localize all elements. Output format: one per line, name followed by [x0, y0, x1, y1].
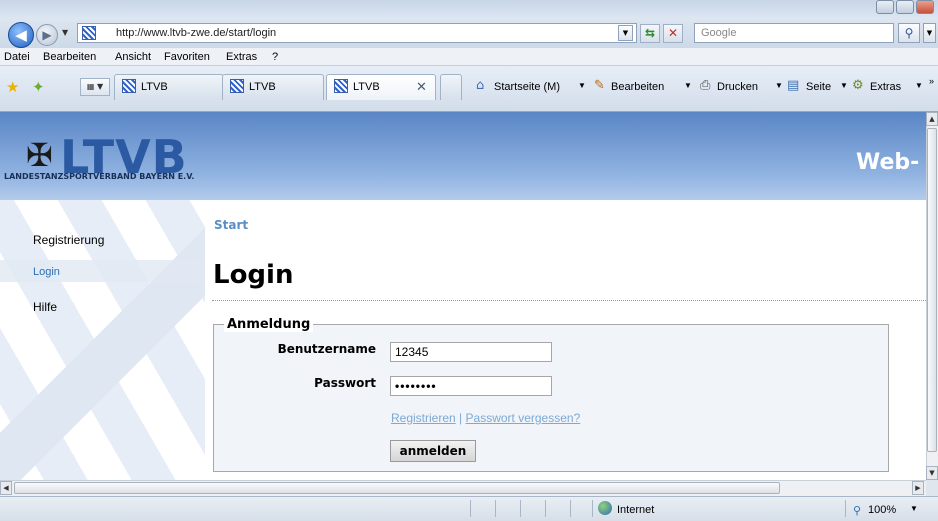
home-button[interactable]: Startseite (M) — [494, 81, 560, 93]
tab-label: LTVB — [353, 81, 380, 93]
tools-dropdown-icon[interactable]: ▼ — [915, 81, 923, 90]
register-link[interactable]: Registrieren — [391, 411, 456, 425]
zoom-level[interactable]: 100% — [868, 504, 896, 516]
password-label: Passwort — [314, 376, 376, 390]
close-window-button[interactable] — [916, 0, 934, 14]
vertical-scroll-thumb[interactable] — [927, 128, 937, 452]
quick-tabs-button[interactable]: ▦ ▼ — [80, 78, 110, 96]
status-divider — [592, 500, 593, 517]
stop-button[interactable]: ✕ — [663, 24, 683, 43]
header-title: Web- — [856, 150, 920, 175]
status-bar — [0, 496, 938, 521]
status-divider — [570, 500, 571, 517]
security-zone-label: Internet — [617, 504, 655, 516]
tab-label: LTVB — [249, 81, 276, 93]
password-field[interactable]: •••••••• — [390, 376, 552, 396]
scroll-down-icon[interactable]: ▼ — [926, 466, 938, 480]
status-divider — [495, 500, 496, 517]
menu-edit[interactable]: Bearbeiten — [43, 51, 96, 63]
menu-view[interactable]: Ansicht — [115, 51, 151, 63]
logo-subtitle: LANDESTANZSPORTVERBAND BAYERN E.V. — [4, 172, 195, 181]
sidebar-item-hilfe[interactable]: Hilfe — [33, 300, 57, 314]
page-button[interactable]: Seite — [806, 81, 831, 93]
dancer-logo-icon: ✠ — [26, 136, 53, 174]
add-favorite-icon[interactable]: ✦ — [32, 78, 45, 96]
login-submit-button[interactable]: anmelden — [390, 440, 476, 462]
page-icon[interactable]: ▤ — [787, 78, 799, 93]
page-viewport: ✠ LTVB LANDESTANZSPORTVERBAND BAYERN E.V… — [0, 112, 926, 480]
search-options-icon[interactable]: ▼ — [923, 23, 936, 43]
pencil-icon[interactable]: ✎ — [594, 78, 605, 93]
username-label: Benutzername — [277, 342, 376, 356]
horizontal-scroll-thumb[interactable] — [14, 482, 780, 494]
tools-button[interactable]: Extras — [870, 81, 901, 93]
search-icon[interactable]: ⚲ — [898, 23, 920, 43]
fieldset-legend: Anmeldung — [224, 317, 314, 332]
page-dropdown-icon[interactable]: ▼ — [840, 81, 848, 90]
zoom-dropdown-icon[interactable]: ▼ — [910, 504, 918, 513]
address-input[interactable]: http://www.ltvb-zwe.de/start/login — [77, 23, 637, 43]
back-button[interactable]: ◀ — [8, 22, 34, 48]
title-divider — [212, 300, 926, 301]
status-divider — [845, 500, 846, 517]
minimize-button[interactable] — [876, 0, 894, 14]
forgot-password-link[interactable]: Passwort vergessen? — [466, 411, 581, 425]
search-input[interactable]: Google — [694, 23, 894, 43]
scroll-up-icon[interactable]: ▲ — [926, 112, 938, 126]
menu-favorites[interactable]: Favoriten — [164, 51, 210, 63]
home-dropdown-icon[interactable]: ▼ — [578, 81, 586, 90]
page-title: Login — [213, 260, 294, 290]
site-favicon-icon — [82, 26, 96, 40]
tab-favicon-icon — [230, 79, 244, 93]
forward-button[interactable]: ▶ — [36, 24, 58, 46]
menu-help[interactable]: ? — [272, 51, 278, 63]
history-dropdown-icon[interactable]: ▼ — [62, 28, 68, 37]
window-title-bar — [0, 0, 938, 18]
globe-icon — [598, 501, 612, 515]
zoom-icon[interactable]: ⚲ — [853, 504, 861, 517]
tab-favicon-icon — [334, 79, 348, 93]
print-button[interactable]: Drucken — [717, 81, 758, 93]
address-dropdown-icon[interactable]: ▼ — [618, 25, 633, 41]
tab-label: LTVB — [141, 81, 168, 93]
sidebar-item-login[interactable]: Login — [33, 266, 60, 278]
breadcrumb[interactable]: Start — [214, 218, 248, 232]
edit-dropdown-icon[interactable]: ▼ — [684, 81, 692, 90]
form-links: Registrieren | Passwort vergessen? — [391, 411, 580, 425]
menu-file[interactable]: Datei — [4, 51, 30, 63]
scroll-left-icon[interactable]: ◀ — [0, 481, 12, 495]
sidebar-active-highlight — [0, 260, 205, 282]
printer-icon[interactable]: ⎙ — [700, 78, 710, 93]
home-icon[interactable]: ⌂ — [476, 78, 484, 93]
print-dropdown-icon[interactable]: ▼ — [775, 81, 783, 90]
new-tab-button[interactable] — [440, 74, 462, 100]
status-divider — [470, 500, 471, 517]
status-divider — [545, 500, 546, 517]
menu-tools[interactable]: Extras — [226, 51, 257, 63]
close-tab-icon[interactable]: ✕ — [416, 80, 427, 95]
scroll-right-icon[interactable]: ▶ — [912, 481, 924, 495]
tab-favicon-icon — [122, 79, 136, 93]
status-divider — [520, 500, 521, 517]
chevron-more-icon[interactable]: » — [929, 76, 934, 86]
gear-icon[interactable]: ⚙ — [852, 78, 864, 93]
favorites-star-icon[interactable]: ★ — [6, 78, 19, 96]
site-header: ✠ LTVB LANDESTANZSPORTVERBAND BAYERN E.V… — [0, 112, 926, 200]
username-field[interactable]: 12345 — [390, 342, 552, 362]
edit-button[interactable]: Bearbeiten — [611, 81, 664, 93]
refresh-button[interactable]: ⇆ — [640, 24, 660, 43]
maximize-button[interactable] — [896, 0, 914, 14]
link-separator: | — [459, 411, 463, 425]
sidebar-item-registrierung[interactable]: Registrierung — [33, 233, 104, 247]
